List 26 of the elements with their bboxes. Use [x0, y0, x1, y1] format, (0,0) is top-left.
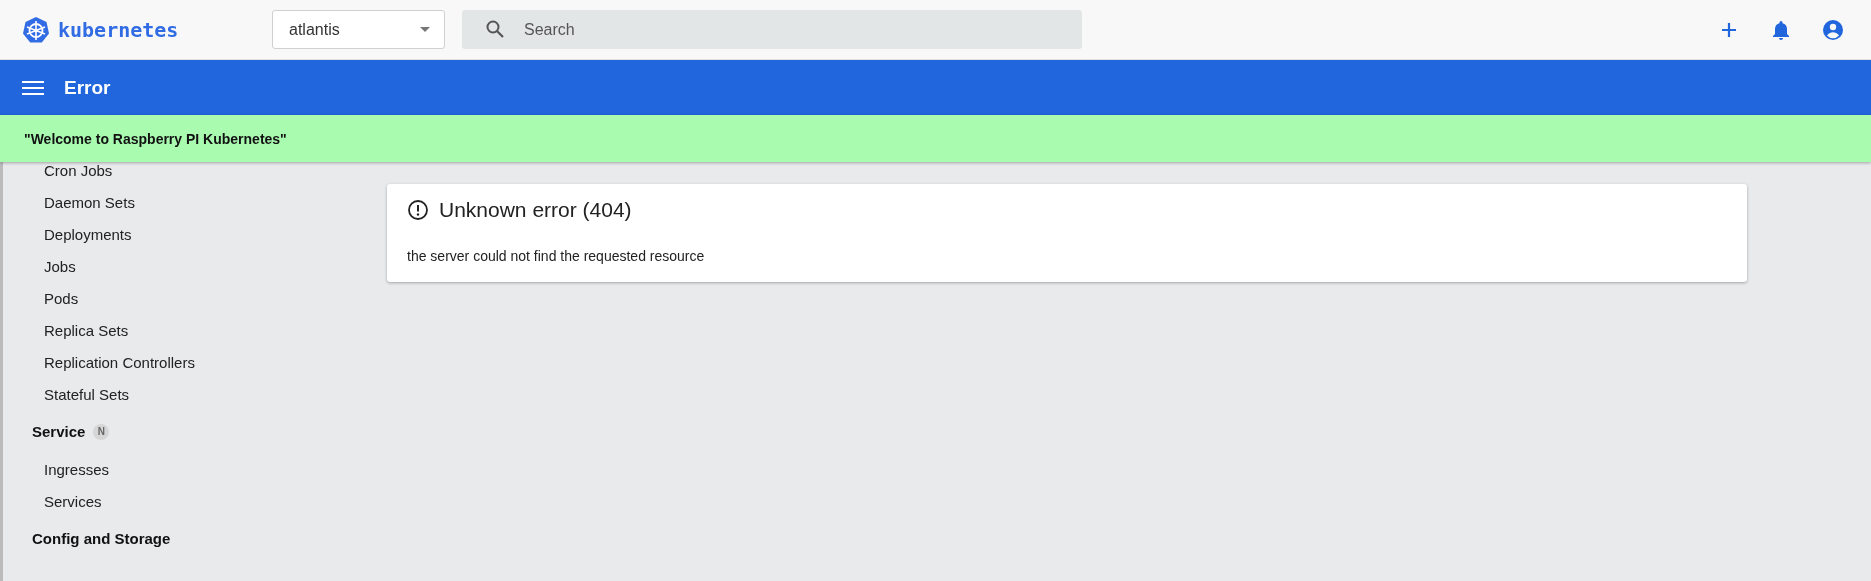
page-title: Error	[64, 76, 111, 99]
namespaced-badge: N	[93, 423, 110, 440]
sidebar-item[interactable]: Replication Controllers	[44, 353, 195, 371]
search-icon	[486, 20, 504, 38]
sidebar-section[interactable]: Service	[32, 423, 86, 440]
sidebar-item[interactable]: Pods	[44, 289, 79, 307]
sidebar-item[interactable]: Replica Sets	[44, 321, 129, 339]
helm-wheel-icon	[22, 15, 50, 44]
sidebar-item[interactable]: Jobs	[44, 257, 76, 275]
sidebar-section[interactable]: Config and Storage	[32, 530, 171, 547]
search-field[interactable]: Search	[462, 10, 1082, 49]
sidebar-item[interactable]: Cron Jobs	[44, 161, 113, 179]
sidebar-item[interactable]: Ingresses	[44, 460, 110, 478]
namespace-dropdown[interactable]: atlantis	[272, 10, 445, 49]
sidebar-item[interactable]: Services	[44, 492, 102, 510]
sidebar-item[interactable]: Deployments	[44, 225, 132, 243]
sidebar-item[interactable]: Daemon Sets	[44, 193, 135, 211]
caret-icon	[420, 27, 430, 32]
brand-logo-text[interactable]: kubernetes	[58, 17, 179, 42]
alert-icon	[407, 199, 429, 221]
sidebar-item[interactable]: Stateful Sets	[44, 385, 130, 403]
menu-icon[interactable]	[22, 79, 44, 96]
account-icon[interactable]	[1821, 17, 1845, 42]
error-message: the server could not find the requested resource	[407, 248, 706, 264]
error-title: Unknown error (404)	[439, 198, 632, 222]
welcome-banner: "Welcome to Raspberry PI Kubernetes"	[0, 115, 1871, 162]
